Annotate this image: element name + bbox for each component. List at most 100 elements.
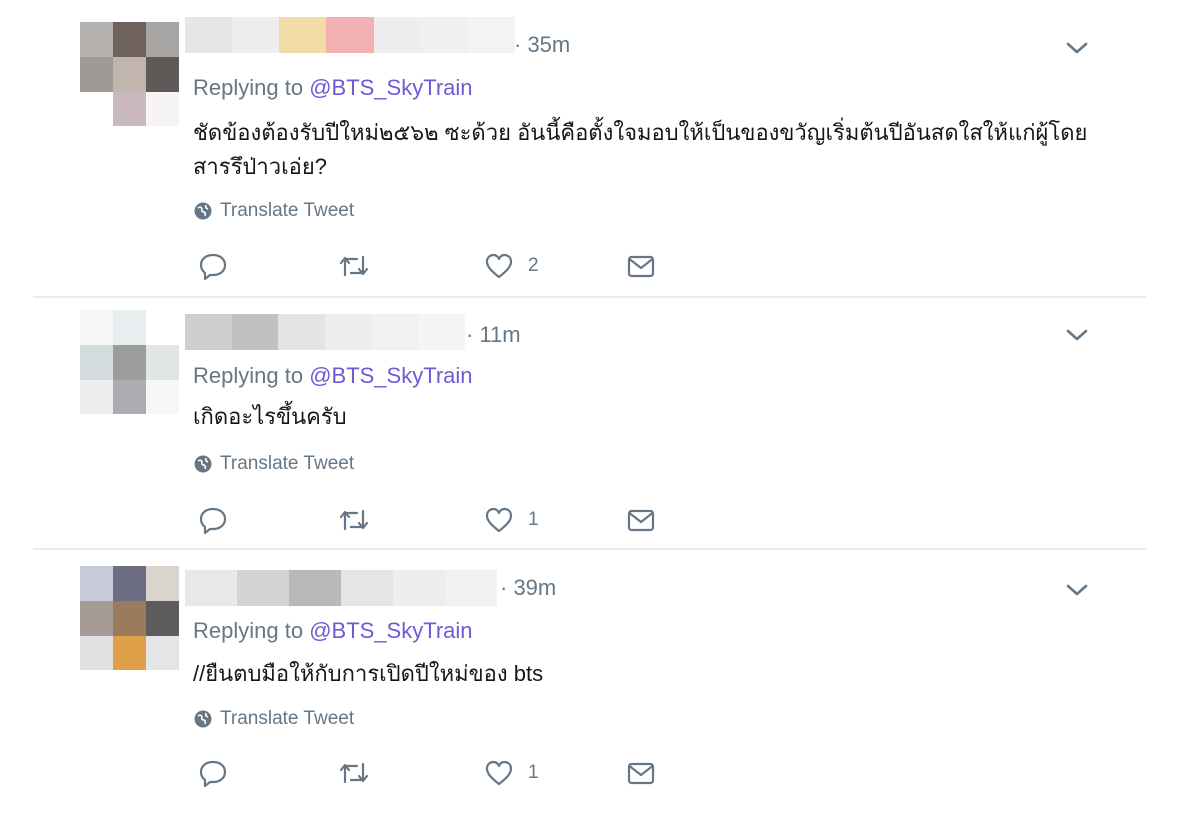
reply-icon <box>199 253 227 281</box>
name-pixel <box>279 17 327 53</box>
avatar-pixel <box>146 566 179 601</box>
name-pixel <box>185 570 237 606</box>
avatar-pixel <box>113 310 146 345</box>
avatar-pixel <box>80 636 113 670</box>
like-count: 1 <box>528 509 539 530</box>
avatar-pixel <box>146 345 179 380</box>
retweet-icon <box>339 762 369 784</box>
retweet-button[interactable] <box>337 250 371 282</box>
translate-tweet-label[interactable]: Translate Tweet <box>220 453 354 475</box>
like-count: 1 <box>528 762 539 783</box>
tweet-actions: 1 <box>0 504 1200 536</box>
avatar-pixel <box>146 310 179 345</box>
direct-message-button[interactable] <box>626 504 656 536</box>
translate-tweet-link[interactable]: Translate Tweet <box>193 708 354 730</box>
name-pixel <box>231 314 279 350</box>
replying-to-handle[interactable]: @BTS_SkyTrain <box>309 75 472 100</box>
direct-message-icon <box>627 255 655 278</box>
replying-to-handle[interactable]: @BTS_SkyTrain <box>309 363 472 388</box>
replying-to-label: Replying to <box>193 618 310 643</box>
name-pixel <box>373 17 421 53</box>
avatar-pixel <box>113 566 146 601</box>
direct-message-icon <box>627 762 655 785</box>
like-button[interactable]: 1 <box>484 757 539 789</box>
reply-icon <box>199 760 227 788</box>
avatar-pixel <box>113 601 146 636</box>
avatar-pixel <box>80 22 113 57</box>
user-name-blurred[interactable] <box>185 314 465 350</box>
avatar-pixel <box>113 57 146 92</box>
tweet-text: //ยืนตบมือให้กับการเปิดปีใหม่ของ bts <box>193 661 544 686</box>
name-pixel <box>393 570 445 606</box>
like-count: 2 <box>528 255 539 276</box>
retweet-button[interactable] <box>337 757 371 789</box>
tweet-1[interactable]: · 35m Replying to @BTS_SkyTrain ชัดข้องต… <box>0 0 1200 298</box>
replying-to: Replying to @BTS_SkyTrain <box>193 618 473 644</box>
avatar-pixel <box>146 601 179 636</box>
replying-to-label: Replying to <box>193 75 310 100</box>
translate-tweet-link[interactable]: Translate Tweet <box>193 453 354 475</box>
direct-message-button[interactable] <box>626 250 656 282</box>
tweet-actions: 1 <box>0 757 1200 789</box>
globe-icon <box>194 710 212 728</box>
name-pixel <box>278 314 325 350</box>
replying-to-handle[interactable]: @BTS_SkyTrain <box>309 618 472 643</box>
globe-icon <box>194 455 212 473</box>
tweet-2[interactable]: · 11m Replying to @BTS_SkyTrain เกิดอะไร… <box>0 298 1200 550</box>
like-icon <box>485 507 513 533</box>
name-pixel <box>445 570 497 606</box>
name-pixel <box>341 570 393 606</box>
chevron-down-icon[interactable] <box>1064 35 1090 61</box>
avatar-pixel <box>113 636 146 670</box>
tweet-actions: 2 <box>0 250 1200 282</box>
avatar-pixel <box>113 92 146 126</box>
like-icon <box>485 253 513 279</box>
globe-icon <box>194 202 212 220</box>
avatar[interactable] <box>80 22 179 126</box>
reply-button[interactable] <box>198 250 228 282</box>
tweet-3[interactable]: · 39m Replying to @BTS_SkyTrain //ยืนตบม… <box>0 550 1200 827</box>
avatar-pixel <box>80 310 113 345</box>
retweet-button[interactable] <box>337 504 371 536</box>
replying-to: Replying to @BTS_SkyTrain <box>193 75 473 101</box>
avatar-pixel <box>146 636 179 670</box>
tweet-timestamp[interactable]: · 11m <box>466 322 521 348</box>
tweet-timestamp[interactable]: · 35m <box>514 32 570 58</box>
like-icon <box>485 760 513 786</box>
avatar-pixel <box>146 57 179 92</box>
replying-to: Replying to @BTS_SkyTrain <box>193 363 473 389</box>
translate-tweet-label[interactable]: Translate Tweet <box>220 200 354 222</box>
tweet-timestamp[interactable]: · 39m <box>500 575 556 601</box>
reply-button[interactable] <box>198 504 228 536</box>
translate-tweet-link[interactable]: Translate Tweet <box>193 200 354 222</box>
avatar-pixel <box>80 92 113 126</box>
chevron-down-icon[interactable] <box>1064 322 1090 348</box>
avatar-pixel <box>80 566 113 601</box>
avatar[interactable] <box>80 566 179 670</box>
name-pixel <box>420 17 468 53</box>
replying-to-label: Replying to <box>193 363 310 388</box>
direct-message-icon <box>627 509 655 532</box>
avatar[interactable] <box>80 310 179 414</box>
tweet-text: ชัดข้องต้องรับปีใหม่๒๕๖๒ ซะด้วย อันนี้คื… <box>193 120 1088 179</box>
tweet-text: เกิดอะไรขึ้นครับ <box>193 404 347 429</box>
name-pixel <box>185 314 232 350</box>
direct-message-button[interactable] <box>626 757 656 789</box>
translate-tweet-label[interactable]: Translate Tweet <box>220 708 354 730</box>
user-name-blurred[interactable] <box>185 570 497 606</box>
reply-icon <box>199 507 227 535</box>
avatar-pixel <box>113 380 146 414</box>
like-button[interactable]: 1 <box>484 504 539 536</box>
chevron-down-icon[interactable] <box>1064 577 1090 603</box>
avatar-pixel <box>80 601 113 636</box>
avatar-pixel <box>80 57 113 92</box>
name-pixel <box>467 17 515 53</box>
avatar-pixel <box>146 380 179 414</box>
like-button[interactable]: 2 <box>484 250 539 282</box>
avatar-pixel <box>80 345 113 380</box>
user-name-blurred[interactable] <box>185 17 515 53</box>
name-pixel <box>418 314 465 350</box>
reply-button[interactable] <box>198 757 228 789</box>
avatar-pixel <box>113 22 146 57</box>
name-pixel <box>232 17 280 53</box>
